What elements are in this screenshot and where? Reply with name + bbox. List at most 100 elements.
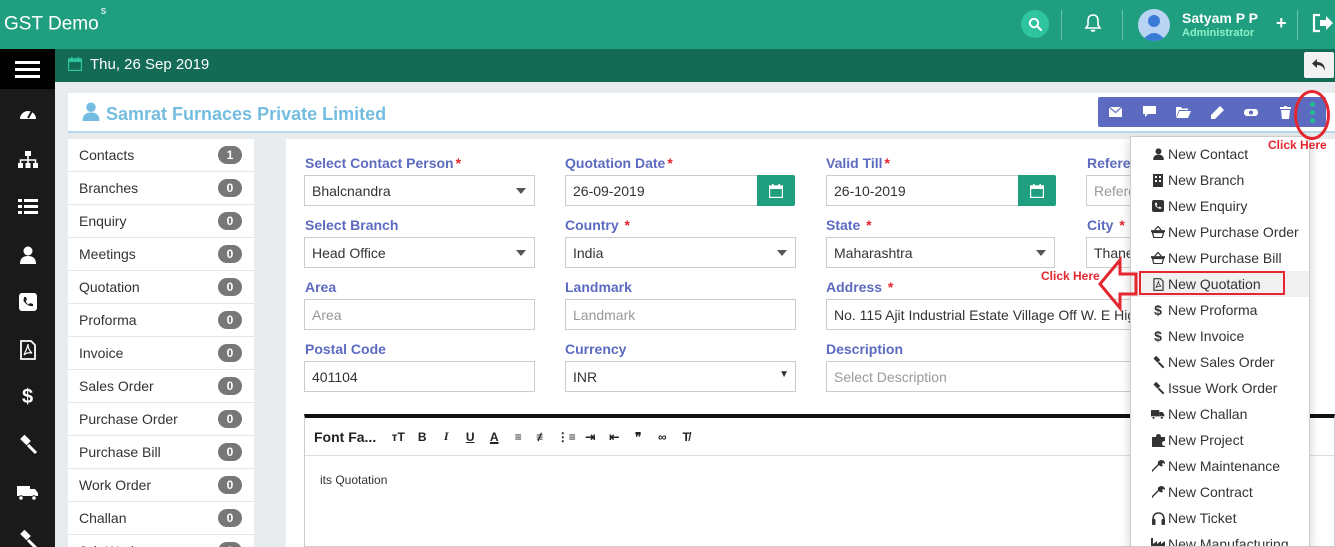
pencil-icon (1210, 105, 1224, 119)
unordered-list-icon[interactable]: ⋮≡ (554, 425, 578, 449)
list-item[interactable]: Invoice 0 (68, 337, 254, 370)
list-item[interactable]: Purchase Order 0 (68, 403, 254, 436)
sidebar-item-quotation[interactable] (0, 335, 55, 365)
font-family-select[interactable]: Font Fa... (314, 429, 376, 445)
list-item[interactable]: Challan 0 (68, 502, 254, 535)
sidebar-item-contacts[interactable] (0, 240, 55, 270)
quotation-date-picker-button[interactable] (757, 175, 795, 206)
sidebar-item-invoice[interactable]: $ (0, 382, 55, 412)
list-item-label: Purchase Order (79, 411, 178, 427)
pdf-icon (19, 340, 36, 360)
menu-item-new-branch[interactable]: New Branch (1131, 167, 1309, 193)
outdent-icon[interactable]: ⇤ (602, 425, 626, 449)
list-item-label: Challan (79, 510, 127, 526)
valid-till-input[interactable]: 26-10-2019 (826, 175, 1019, 206)
menu-item-new-manufacturing[interactable]: New Manufacturing (1131, 531, 1309, 546)
menu-item-new-proforma[interactable]: $ New Proforma (1131, 297, 1309, 323)
menu-item-new-purchase-bill[interactable]: New Purchase Bill (1131, 245, 1309, 271)
edit-button[interactable] (1200, 97, 1234, 127)
building-icon (1151, 173, 1165, 187)
notification-button[interactable] (1084, 13, 1102, 36)
align-icon[interactable]: ≡ (506, 425, 530, 449)
envelope-icon (1108, 107, 1122, 117)
sidebar-item-list[interactable] (0, 191, 55, 221)
link-icon[interactable]: ∞ (650, 425, 674, 449)
text-size-icon[interactable]: тT (386, 425, 410, 449)
undo-icon (1312, 59, 1325, 71)
italic-icon[interactable]: I (434, 425, 458, 449)
search-icon (1028, 17, 1042, 31)
menu-item-new-challan[interactable]: New Challan (1131, 401, 1309, 427)
branch-select[interactable]: Head Office (304, 237, 535, 268)
menu-item-new-purchase-order[interactable]: New Purchase Order (1131, 219, 1309, 245)
state-select[interactable]: Maharashtra (826, 237, 1055, 268)
font-color-icon[interactable]: A (482, 425, 506, 449)
quotation-date-input[interactable]: 26-09-2019 (565, 175, 758, 206)
dollar-icon: $ (1154, 302, 1162, 318)
postal-code-input[interactable]: 401104 (304, 361, 535, 392)
sidebar-item-branches[interactable] (0, 145, 55, 175)
caret-down-icon (516, 188, 526, 194)
menu-item-new-sales-order[interactable]: New Sales Order (1131, 349, 1309, 375)
menu-item-issue-work-order[interactable]: Issue Work Order (1131, 375, 1309, 401)
country-select[interactable]: India (565, 237, 796, 268)
list-item[interactable]: Work Order 0 (68, 469, 254, 502)
add-button[interactable]: + (1276, 13, 1287, 34)
user-icon (1151, 147, 1165, 161)
sidebar-item-dashboard[interactable] (0, 98, 55, 128)
logout-button[interactable] (1312, 13, 1334, 36)
clear-format-icon[interactable]: T̸ (674, 425, 698, 449)
list-item[interactable]: Proforma 0 (68, 304, 254, 337)
list-item[interactable]: Job Work 0 (68, 535, 254, 547)
list-item-label: Purchase Bill (79, 444, 161, 460)
list-item[interactable]: Enquiry 0 (68, 205, 254, 238)
valid-till-picker-button[interactable] (1018, 175, 1056, 206)
industry-icon (1151, 537, 1165, 546)
email-button[interactable] (1098, 97, 1132, 127)
ordered-list-icon[interactable]: ≢ (530, 425, 554, 449)
list-icon (17, 199, 38, 214)
underline-icon[interactable]: U (458, 425, 482, 449)
comment-button[interactable] (1132, 97, 1166, 127)
refresh-button[interactable] (1234, 97, 1268, 127)
menu-toggle-button[interactable] (0, 49, 55, 89)
editor-content[interactable]: its Quotation (320, 473, 387, 487)
user-name[interactable]: Satyam P P (1182, 10, 1258, 26)
landmark-input[interactable]: Landmark (565, 299, 796, 330)
bold-icon[interactable]: B (410, 425, 434, 449)
sidebar-item-sales-order[interactable] (0, 430, 55, 460)
caret-down-icon (516, 250, 526, 256)
description-select[interactable]: Select Description (826, 361, 1146, 392)
list-item[interactable]: Sales Order 0 (68, 370, 254, 403)
phone-icon (1151, 199, 1165, 213)
currency-select[interactable]: INR ▼ (565, 361, 796, 392)
menu-item-label: New Ticket (1168, 510, 1237, 526)
list-item[interactable]: Purchase Bill 0 (68, 436, 254, 469)
page-title: Samrat Furnaces Private Limited (106, 104, 387, 124)
back-button[interactable] (1304, 52, 1334, 78)
area-input[interactable]: Area (304, 299, 535, 330)
indent-icon[interactable]: ⇥ (578, 425, 602, 449)
list-item[interactable]: Contacts 1 (68, 139, 254, 172)
menu-item-new-project[interactable]: New Project (1131, 427, 1309, 453)
menu-item-new-ticket[interactable]: New Ticket (1131, 505, 1309, 531)
menu-item-new-contract[interactable]: New Contract (1131, 479, 1309, 505)
folder-button[interactable] (1166, 97, 1200, 127)
avatar[interactable] (1138, 9, 1170, 41)
list-item[interactable]: Meetings 0 (68, 238, 254, 271)
app-title[interactable]: GST Demos (4, 5, 106, 35)
list-item[interactable]: Branches 0 (68, 172, 254, 205)
dollar-icon: $ (1154, 328, 1162, 344)
sidebar-item-challan[interactable] (0, 478, 55, 508)
gavel-icon (1151, 381, 1165, 395)
menu-item-new-invoice[interactable]: $ New Invoice (1131, 323, 1309, 349)
list-item[interactable]: Quotation 0 (68, 271, 254, 304)
contact-person-select[interactable]: Bhalcnandra (304, 175, 535, 206)
sidebar-item-enquiry[interactable] (0, 287, 55, 317)
search-button[interactable] (1021, 10, 1049, 38)
menu-item-new-enquiry[interactable]: New Enquiry (1131, 193, 1309, 219)
calendar-icon (769, 183, 783, 198)
menu-item-new-maintenance[interactable]: New Maintenance (1131, 453, 1309, 479)
sidebar-item-work-order[interactable] (0, 525, 55, 547)
quote-icon[interactable]: ❞ (626, 425, 650, 449)
